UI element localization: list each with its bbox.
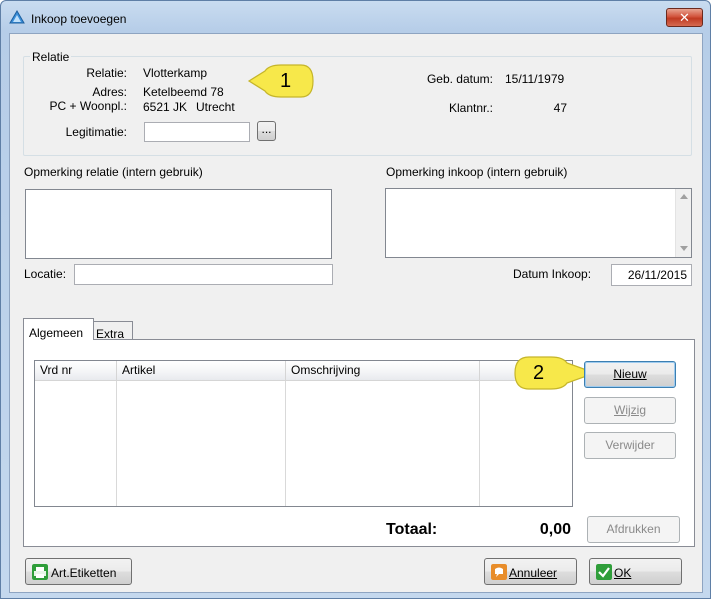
callout-1-number: 1	[280, 70, 292, 92]
klantnr-label: Klantnr.:	[448, 101, 493, 115]
opmerking-inkoop-textarea[interactable]	[385, 188, 692, 258]
datum-inkoop-input[interactable]	[611, 264, 692, 286]
close-icon: ✕	[679, 10, 690, 25]
relatie-label: Relatie:	[86, 66, 127, 80]
relatie-group-label: Relatie	[30, 50, 72, 64]
relatie-value: Vlotterkamp	[143, 66, 208, 80]
afdrukken-button[interactable]: Afdrukken	[587, 516, 680, 543]
wijzig-button-label: Wijzig	[614, 403, 646, 417]
adres-label: Adres:	[92, 85, 127, 99]
cancel-icon	[491, 564, 507, 580]
annuleer-button-label: Annuleer	[509, 566, 558, 580]
opmerking-relatie-textarea[interactable]	[25, 189, 332, 259]
opmerking-inkoop-scrollbar[interactable]	[675, 189, 691, 257]
postcode-value: 6521 JK	[143, 100, 188, 114]
app-logo-icon	[9, 10, 25, 24]
grid-col-omschrijving[interactable]: Omschrijving	[286, 361, 480, 381]
grid-divider	[285, 381, 286, 506]
algemeen-tab-panel: Vrd nr Artikel Omschrijving 2 Nieuw Wijz…	[23, 339, 695, 547]
art-etiketten-button-label: Art.Etiketten	[51, 566, 117, 580]
printer-icon	[32, 564, 48, 580]
callout-2-marker	[514, 356, 597, 390]
grid-divider	[116, 381, 117, 506]
grid-header: Vrd nr Artikel Omschrijving	[35, 361, 572, 381]
grid-col-vrd-nr[interactable]: Vrd nr	[35, 361, 117, 381]
dialog-client-area: Relatie Relatie: Vlotterkamp Adres: Kete…	[9, 33, 703, 593]
ok-button[interactable]: OK	[589, 558, 682, 585]
nieuw-button[interactable]: Nieuw	[584, 361, 676, 388]
legitimatie-input[interactable]	[144, 122, 250, 142]
locatie-input[interactable]	[74, 264, 333, 285]
pc-woonplaats-label: PC + Woonpl.:	[49, 99, 127, 113]
wijzig-button[interactable]: Wijzig	[584, 397, 676, 424]
inkoop-grid[interactable]: Vrd nr Artikel Omschrijving	[34, 360, 573, 507]
close-button[interactable]: ✕	[666, 8, 703, 27]
grid-col-artikel[interactable]: Artikel	[117, 361, 286, 381]
legitimatie-label: Legitimatie:	[65, 125, 127, 139]
verwijder-button-label: Verwijder	[605, 438, 655, 452]
datum-inkoop-label: Datum Inkoop:	[513, 267, 592, 281]
ok-button-label: OK	[614, 566, 632, 580]
scroll-down-icon[interactable]	[680, 246, 688, 252]
geb-datum-value: 15/11/1979	[505, 72, 565, 86]
tab-extra[interactable]: Extra	[93, 321, 133, 341]
locatie-label: Locatie:	[24, 267, 67, 281]
art-etiketten-button[interactable]: Art.Etiketten	[25, 558, 132, 585]
totaal-value: 0,00	[539, 521, 571, 538]
dialog-window: Inkoop toevoegen ✕ Relatie Relatie: Vlot…	[0, 0, 711, 599]
ok-icon	[596, 564, 612, 580]
annuleer-button[interactable]: Annuleer	[484, 558, 577, 585]
grid-divider	[479, 381, 480, 506]
geb-datum-label: Geb. datum:	[426, 72, 493, 86]
tab-algemeen[interactable]: Algemeen	[23, 318, 94, 340]
opmerking-inkoop-label: Opmerking inkoop (intern gebruik)	[386, 165, 568, 179]
verwijder-button[interactable]: Verwijder	[584, 432, 676, 459]
legitimatie-browse-button[interactable]: ...	[257, 121, 276, 141]
opmerking-relatie-label: Opmerking relatie (intern gebruik)	[24, 165, 203, 179]
scroll-up-icon[interactable]	[680, 194, 688, 200]
adres-value: Ketelbeemd 78	[143, 85, 224, 99]
callout-2-number: 2	[533, 362, 545, 384]
klantnr-value: 47	[553, 101, 567, 115]
nieuw-button-label: Nieuw	[613, 367, 647, 381]
window-title: Inkoop toevoegen	[31, 12, 127, 26]
totaal-label: Totaal:	[386, 521, 438, 538]
title-bar[interactable]: Inkoop toevoegen ✕	[1, 1, 710, 33]
woonplaats-value: Utrecht	[196, 100, 235, 114]
